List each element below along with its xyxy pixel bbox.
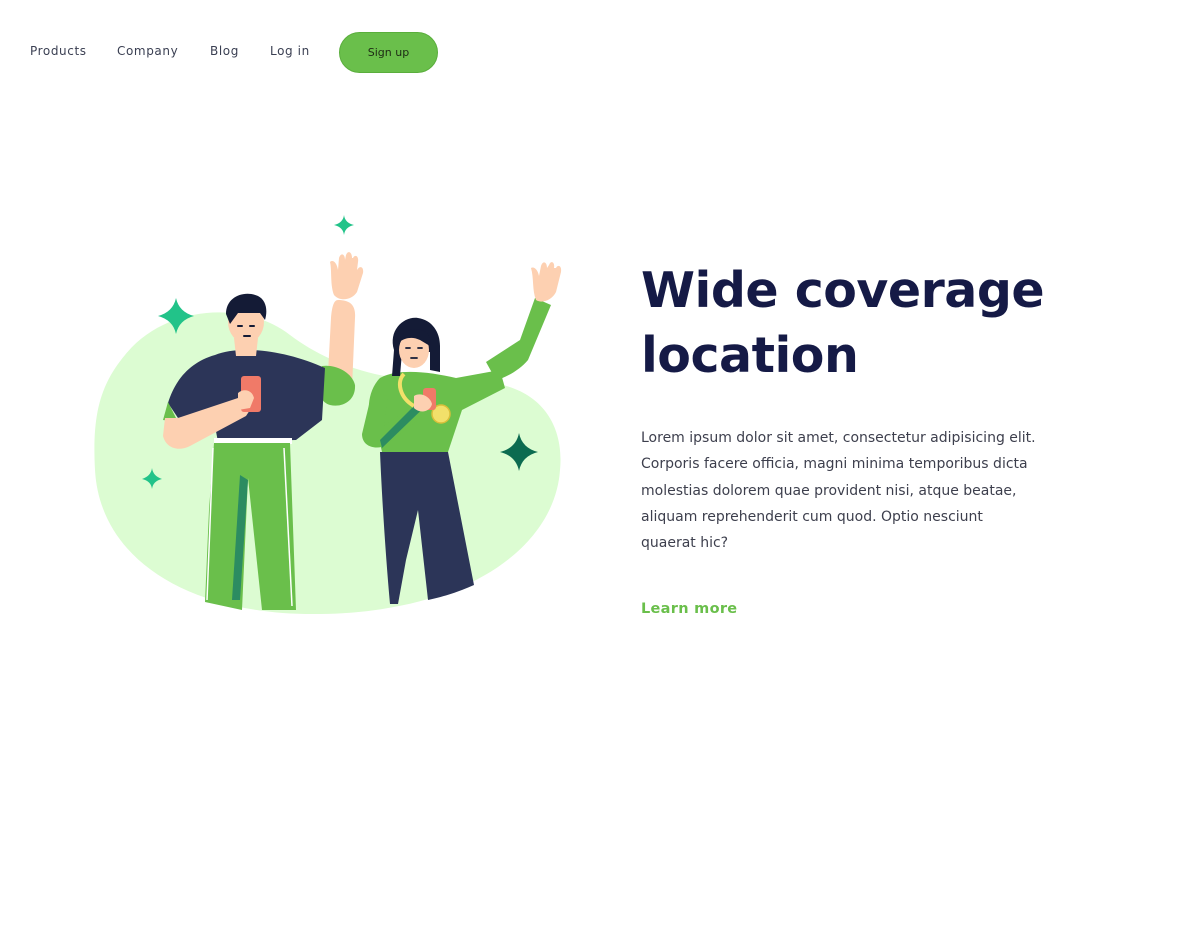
- nav-link-products[interactable]: Products: [30, 43, 87, 59]
- hero-description: Lorem ipsum dolor sit amet, consectetur …: [641, 430, 1036, 552]
- top-nav: Products Company Blog Log in Sign up: [0, 0, 1195, 100]
- signup-button[interactable]: Sign up: [339, 32, 438, 73]
- nav-link-company[interactable]: Company: [117, 43, 178, 59]
- hero-title: Wide coverage location: [641, 262, 1045, 384]
- waving-people-illustration-icon: [94, 215, 562, 615]
- nav-link-login[interactable]: Log in: [270, 43, 310, 59]
- nav-link-blog[interactable]: Blog: [210, 43, 239, 59]
- sparkle-icon: [334, 215, 354, 235]
- learn-more-link[interactable]: Learn more: [641, 601, 737, 617]
- blob-background: [94, 312, 561, 615]
